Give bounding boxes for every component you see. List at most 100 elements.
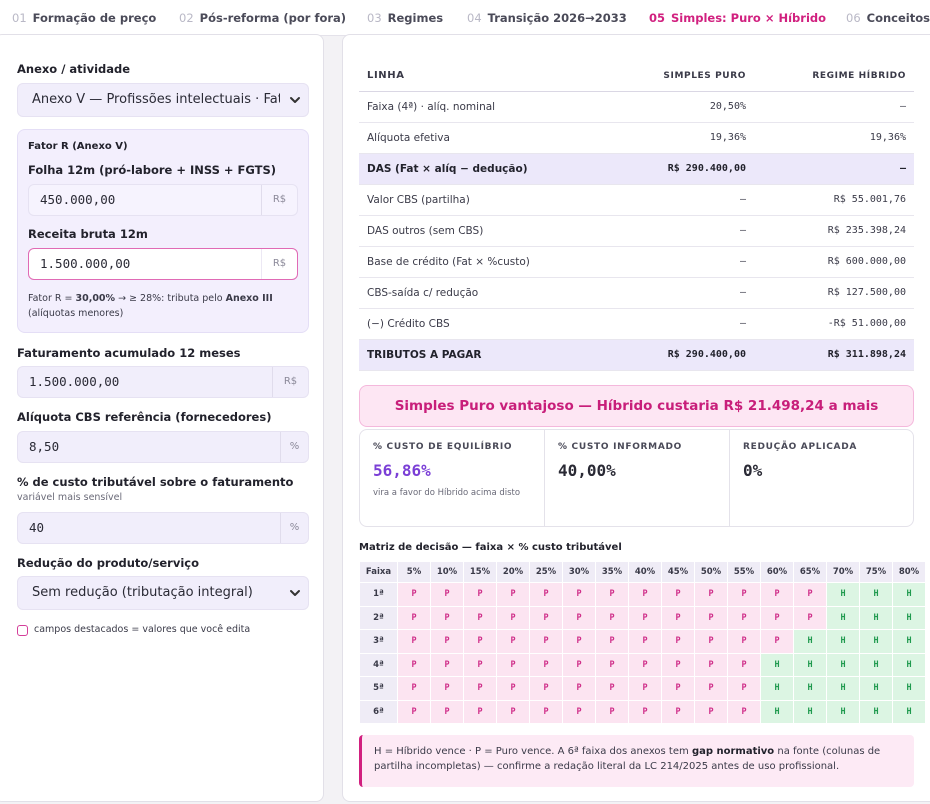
matrix-header-row: Faixa 5% 10% 15% 20% 25% 30% 35% 40% 45% 50% 55% 60%… xyxy=(359,561,926,583)
tab-number: 02 xyxy=(179,11,194,25)
matrix-col-header: 10% xyxy=(430,561,464,583)
cbs-label: Alíquota CBS referência (fornecedores) xyxy=(17,410,272,424)
table-row: CBS-saída c/ redução – R$ 127.500,00 xyxy=(359,277,914,309)
matrix-col-header: 65% xyxy=(793,561,827,583)
reducao-select[interactable]: Sem redução (tributação integral) xyxy=(17,576,309,610)
table-row: DAS (Fat × alíq − dedução) R$ 290.400,00– xyxy=(359,153,914,185)
note-text: → ≥ 28%: tributa pelo xyxy=(115,293,226,304)
matrix-cell: P xyxy=(595,605,629,630)
matrix-cell: H xyxy=(892,629,926,654)
matrix-legend: H = Híbrido vence · P = Puro vence. A 6ª… xyxy=(359,735,914,787)
matrix-cell: P xyxy=(463,582,497,607)
reducao-value: Sem redução (tributação integral) xyxy=(32,585,253,600)
matrix-col-header: 80% xyxy=(892,561,926,583)
matrix-row-header: 1ª xyxy=(359,582,398,607)
matrix-cell: P xyxy=(397,676,431,701)
custo-sublabel: variável mais sensível xyxy=(17,492,123,503)
table-cell-hibrido: – xyxy=(754,153,914,185)
table-row: Base de crédito (Fat × %custo) – R$ 600.00… xyxy=(359,246,914,278)
tab-number: 06 xyxy=(846,11,861,25)
matrix-row-header: 5ª xyxy=(359,676,398,701)
tab-label: Transição 2026→2033 xyxy=(487,11,627,25)
chevron-down-icon xyxy=(290,590,300,596)
tab-pos-reforma[interactable]: 02 Pós-reforma (por fora) xyxy=(179,0,346,35)
matrix-col-header: 25% xyxy=(529,561,563,583)
folha-field[interactable]: 450.000,00 R$ xyxy=(28,184,298,216)
receita-field[interactable]: 1.500.000,00 R$ xyxy=(28,248,298,280)
percent-unit: % xyxy=(280,432,308,462)
matrix-cell: P xyxy=(496,629,530,654)
matrix-cell: P xyxy=(727,629,761,654)
anexo-value: Anexo V — Profissões intelectuais · Fato… xyxy=(32,92,280,107)
matrix-cell: P xyxy=(397,652,431,677)
table-cell-hibrido: R$ 235.398,24 xyxy=(754,215,914,247)
matrix-cell: P xyxy=(661,605,695,630)
table-cell-label: Valor CBS (partilha) xyxy=(359,184,594,216)
matrix-cell: P xyxy=(760,605,794,630)
matrix-cell: P xyxy=(397,699,431,724)
table-cell-puro: – xyxy=(594,308,754,340)
matrix-row: 1ª P P P P P P P P P P P P P H H H xyxy=(359,582,926,607)
matrix-cell: P xyxy=(628,676,662,701)
table-cell-puro: – xyxy=(594,277,754,309)
custo-label: % de custo tributável sobre o faturament… xyxy=(17,475,294,489)
matrix-cell: P xyxy=(628,582,662,607)
matrix-cell: P xyxy=(661,652,695,677)
folha-label: Folha 12m (pró-labore + INSS + FGTS) xyxy=(28,163,277,177)
matrix-cell: H xyxy=(793,629,827,654)
stat-informado: % CUSTO INFORMADO 40,00% xyxy=(545,430,730,526)
matrix-cell: P xyxy=(397,629,431,654)
tab-regimes[interactable]: 03 Regimes xyxy=(367,0,443,35)
matrix-cell: P xyxy=(562,582,596,607)
matrix-row-header: 6ª xyxy=(359,699,398,724)
table-header-row: LINHA SIMPLES PURO REGIME HÍBRIDO xyxy=(359,61,914,92)
chevron-down-icon xyxy=(290,97,300,103)
matrix-cell: P xyxy=(496,699,530,724)
tab-number: 04 xyxy=(467,11,482,25)
currency-unit: R$ xyxy=(261,249,297,279)
table-row: (−) Crédito CBS – -R$ 51.000,00 xyxy=(359,308,914,340)
matrix-row: 4ª P P P P P P P P P P P H H H H H xyxy=(359,652,926,677)
matrix-cell: P xyxy=(463,629,497,654)
faturamento-value: 1.500.000,00 xyxy=(29,374,120,389)
anexo-label: Anexo / atividade xyxy=(17,62,131,76)
matrix-cell: H xyxy=(892,582,926,607)
matrix-cell: P xyxy=(496,605,530,630)
matrix-cell: H xyxy=(892,676,926,701)
matrix-cell: P xyxy=(397,605,431,630)
input-panel: Anexo / atividade Anexo V — Profissões i… xyxy=(0,34,324,802)
matrix-row-header: 4ª xyxy=(359,652,398,677)
matrix-cell: P xyxy=(595,652,629,677)
matrix-cell: P xyxy=(430,605,464,630)
table-row: Valor CBS (partilha) – R$ 55.001,76 xyxy=(359,184,914,216)
column-header: REGIME HÍBRIDO xyxy=(754,61,914,92)
matrix-cell: P xyxy=(463,652,497,677)
table-cell-hibrido: – xyxy=(754,91,914,123)
fator-r-title: Fator R (Anexo V) xyxy=(28,141,128,152)
tab-transicao[interactable]: 04 Transição 2026→2033 xyxy=(467,0,627,35)
stat-key: REDUÇÃO APLICADA xyxy=(743,442,858,452)
matrix-cell: P xyxy=(562,699,596,724)
matrix-cell: H xyxy=(826,676,860,701)
custo-value: 40 xyxy=(29,520,45,535)
tab-conceitos[interactable]: 06 Conceitos xyxy=(846,0,930,35)
matrix-cell: P xyxy=(595,676,629,701)
tab-formacao-preco[interactable]: 01 Formação de preço xyxy=(12,0,156,35)
matrix-title: Matriz de decisão — faixa × % custo trib… xyxy=(359,542,622,553)
matrix-col-header: 20% xyxy=(496,561,530,583)
fator-r-value: 30,00% xyxy=(75,293,116,304)
table-cell-label: DAS (Fat × alíq − dedução) xyxy=(359,153,594,185)
matrix-cell: P xyxy=(727,605,761,630)
tab-label: Conceitos xyxy=(866,11,930,25)
table-cell-label: Faixa (4ª) · alíq. nominal xyxy=(359,91,594,123)
anexo-select[interactable]: Anexo V — Profissões intelectuais · Fato… xyxy=(17,83,309,117)
table-row: TRIBUTOS A PAGAR R$ 290.400,00 R$ 311.898,… xyxy=(359,339,914,371)
matrix-col-header: 55% xyxy=(727,561,761,583)
faturamento-field[interactable]: 1.500.000,00 R$ xyxy=(17,366,309,398)
cbs-field[interactable]: 8,50 % xyxy=(17,431,309,463)
table-cell-hibrido: -R$ 51.000,00 xyxy=(754,308,914,340)
tab-simples-puro-hibrido[interactable]: 05 Simples: Puro × Híbrido xyxy=(638,0,839,35)
tab-number: 03 xyxy=(367,11,382,25)
custo-field[interactable]: 40 % xyxy=(17,512,309,544)
tab-label: Simples: Puro × Híbrido xyxy=(671,11,827,25)
